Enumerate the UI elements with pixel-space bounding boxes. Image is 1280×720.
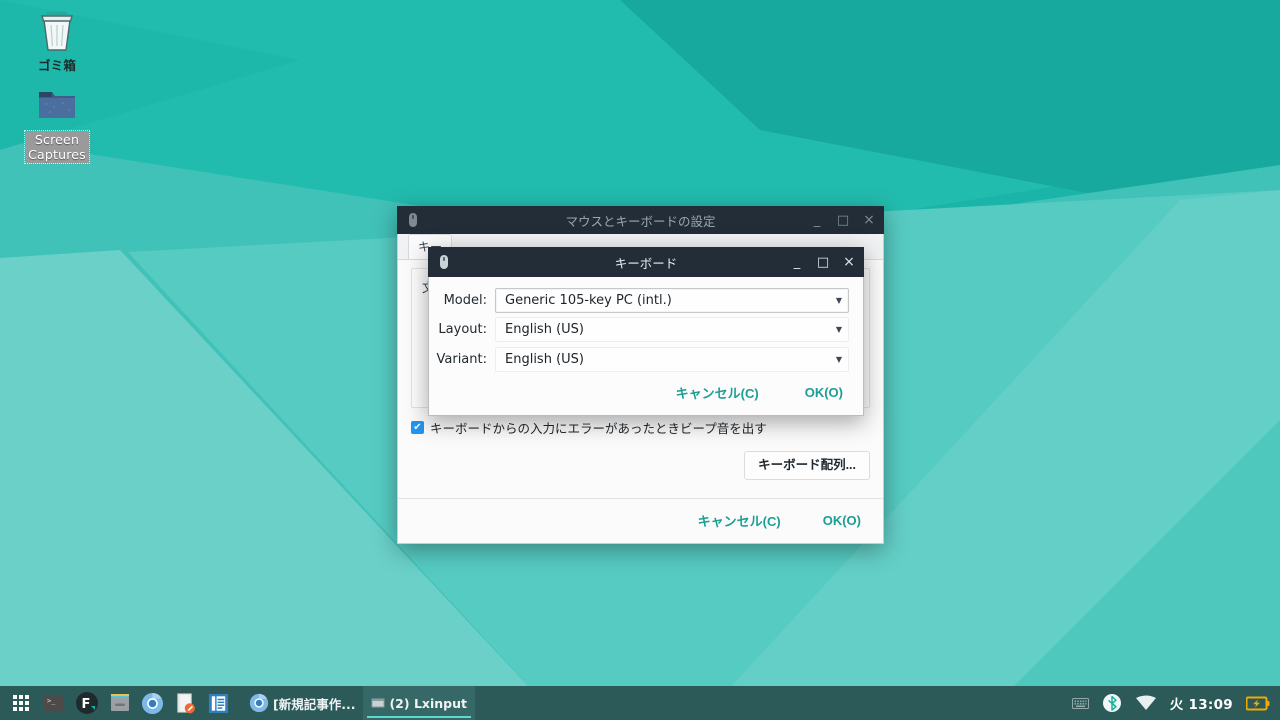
desktop-icon-trash-label: ゴミ箱 bbox=[37, 58, 77, 73]
wifi-icon bbox=[1135, 695, 1156, 710]
parent-titlebar[interactable]: マウスとキーボードの設定 _ □ × bbox=[397, 206, 884, 234]
window-icon bbox=[371, 698, 385, 708]
folder-icon bbox=[39, 92, 75, 118]
keyboard-dialog-window[interactable]: キーボード _ □ × Model: Generic 105-key PC (i… bbox=[428, 247, 864, 416]
terminal-icon: >_ bbox=[43, 695, 64, 711]
parent-cancel-button[interactable]: キャンセル(C) bbox=[692, 508, 787, 533]
parent-ok-button[interactable]: OK(O) bbox=[817, 510, 867, 531]
variant-combobox[interactable]: English (US) ▼ bbox=[495, 346, 849, 372]
taskbar-window-list: [新規記事作... (2) Lxinput bbox=[241, 686, 475, 720]
notepad-edit-icon bbox=[177, 692, 195, 713]
keyboard-layout-button-row: キーボード配列... bbox=[411, 451, 870, 480]
battery-charging-icon bbox=[1246, 696, 1270, 710]
keyboard-icon bbox=[1071, 697, 1089, 709]
layout-value: English (US) bbox=[505, 322, 584, 338]
battery-indicator[interactable] bbox=[1246, 696, 1270, 711]
launcher-file-manager[interactable] bbox=[103, 686, 136, 720]
launcher-terminal[interactable]: >_ bbox=[37, 686, 70, 720]
taskbar[interactable]: >_ F [新規記事作... (2) Lxinput 火 13:09 bbox=[0, 686, 1280, 720]
keyboard-dialog-body: Model: Generic 105-key PC (intl.) ▼ Layo… bbox=[428, 277, 864, 416]
grid-menu-icon bbox=[12, 695, 29, 711]
chevron-down-icon: ▼ bbox=[835, 325, 842, 335]
wifi-indicator[interactable] bbox=[1135, 694, 1157, 712]
taskbar-item-chromium-label: [新規記事作... bbox=[273, 696, 356, 712]
beep-on-error-row[interactable]: ✔ キーボードからの入力にエラーがあったときビープ音を出す bbox=[411, 418, 870, 437]
taskbar-item-lxinput[interactable]: (2) Lxinput bbox=[363, 686, 475, 720]
beep-checkbox-label: キーボードからの入力にエラーがあったときビープ音を出す bbox=[430, 421, 767, 436]
model-row: Model: Generic 105-key PC (intl.) ▼ bbox=[429, 286, 849, 315]
taskbar-item-chromium[interactable]: [新規記事作... bbox=[241, 686, 363, 720]
model-label: Model: bbox=[443, 293, 487, 309]
svg-text:F: F bbox=[81, 697, 90, 712]
chevron-down-icon: ▼ bbox=[835, 354, 842, 364]
bluetooth-icon bbox=[1102, 694, 1121, 712]
mouse-icon bbox=[440, 255, 448, 269]
maximize-button[interactable]: □ bbox=[810, 249, 836, 275]
launcher-text-editor[interactable] bbox=[169, 686, 202, 720]
keyboard-layout-button[interactable]: キーボード配列... bbox=[744, 451, 870, 480]
file-cabinet-icon bbox=[110, 694, 129, 711]
keyboard-dialog-titlebar-buttons: _ □ × bbox=[784, 249, 862, 275]
launcher-document-viewer[interactable] bbox=[202, 686, 235, 720]
chromium-icon bbox=[249, 693, 269, 713]
desktop-icon-screen-captures[interactable]: Screen Captures bbox=[14, 80, 100, 164]
keyboard-ok-button[interactable]: OK(O) bbox=[799, 382, 849, 403]
variant-label: Variant: bbox=[436, 351, 488, 367]
close-button[interactable]: × bbox=[836, 249, 862, 275]
layout-label: Layout: bbox=[438, 322, 487, 338]
fcitx-icon: F bbox=[75, 692, 98, 714]
label-line-1: Screen bbox=[34, 132, 80, 147]
model-value: Generic 105-key PC (intl.) bbox=[505, 293, 672, 309]
mouse-icon bbox=[409, 213, 417, 227]
trash-icon bbox=[41, 11, 73, 51]
parent-dialog-actions: キャンセル(C) OK(O) bbox=[398, 498, 883, 543]
label-line-2: Captures bbox=[28, 147, 86, 162]
chromium-icon bbox=[141, 692, 164, 714]
variant-value: English (US) bbox=[505, 351, 584, 367]
clock[interactable]: 火 13:09 bbox=[1170, 693, 1233, 713]
variant-row: Variant: English (US) ▼ bbox=[429, 345, 849, 374]
launcher-chromium[interactable] bbox=[136, 686, 169, 720]
system-tray: 火 13:09 bbox=[1071, 693, 1280, 713]
keyboard-dialog-titlebar[interactable]: キーボード _ □ × bbox=[428, 247, 864, 277]
taskbar-launchers: >_ F bbox=[0, 686, 235, 720]
taskbar-item-lxinput-label: (2) Lxinput bbox=[389, 695, 467, 711]
maximize-button[interactable]: □ bbox=[830, 207, 856, 233]
launcher-app-menu[interactable] bbox=[4, 686, 37, 720]
minimize-button[interactable]: _ bbox=[804, 207, 830, 233]
svg-text:>_: >_ bbox=[47, 697, 56, 705]
keyboard-indicator[interactable] bbox=[1071, 697, 1089, 710]
close-button[interactable]: × bbox=[856, 207, 882, 233]
chevron-down-icon: ▼ bbox=[835, 296, 842, 306]
minimize-button[interactable]: _ bbox=[784, 249, 810, 275]
desktop-icon-trash[interactable]: ゴミ箱 bbox=[14, 6, 100, 74]
launcher-fcitx[interactable]: F bbox=[70, 686, 103, 720]
layout-combobox[interactable]: English (US) ▼ bbox=[495, 317, 849, 343]
parent-titlebar-buttons: _ □ × bbox=[804, 207, 882, 233]
desktop-icon-screen-captures-label: Screen Captures bbox=[24, 130, 90, 164]
bluetooth-indicator[interactable] bbox=[1102, 693, 1122, 713]
document-list-icon bbox=[208, 693, 229, 713]
keyboard-cancel-button[interactable]: キャンセル(C) bbox=[670, 380, 765, 405]
beep-checkbox[interactable]: ✔ bbox=[411, 421, 424, 434]
keyboard-dialog-actions: キャンセル(C) OK(O) bbox=[429, 374, 849, 415]
layout-row: Layout: English (US) ▼ bbox=[429, 315, 849, 344]
model-combobox[interactable]: Generic 105-key PC (intl.) ▼ bbox=[495, 288, 849, 314]
